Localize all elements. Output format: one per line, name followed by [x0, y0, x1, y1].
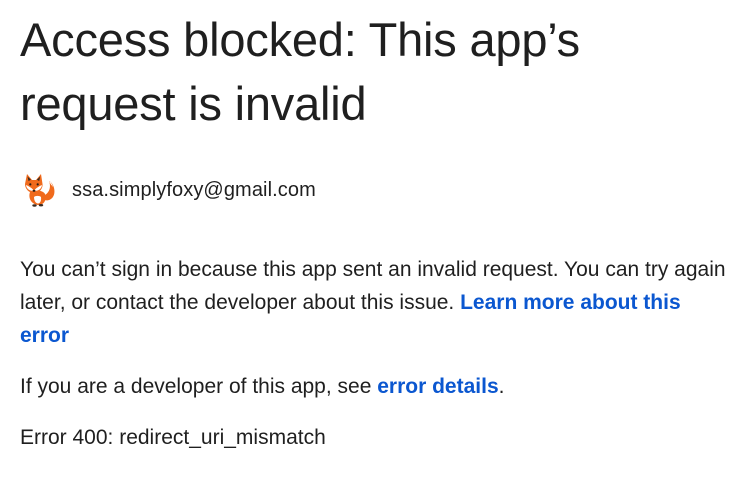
error-message: You can’t sign in because this app sent … [20, 253, 730, 352]
page-container: Access blocked: This app’s request is in… [20, 0, 730, 454]
account-email: ssa.simplyfoxy@gmail.com [72, 178, 316, 201]
fox-avatar-icon [25, 174, 55, 207]
page-title: Access blocked: This app’s request is in… [20, 13, 580, 130]
developer-note-prefix: If you are a developer of this app, see [20, 375, 378, 398]
account-chip[interactable]: ssa.simplyfoxy@gmail.com [20, 173, 730, 207]
developer-note-suffix: . [498, 375, 505, 398]
error-code: Error 400: redirect_uri_mismatch [20, 426, 326, 449]
error-details-link[interactable]: error details [377, 375, 498, 398]
developer-note: If you are a developer of this app, see … [20, 370, 730, 403]
